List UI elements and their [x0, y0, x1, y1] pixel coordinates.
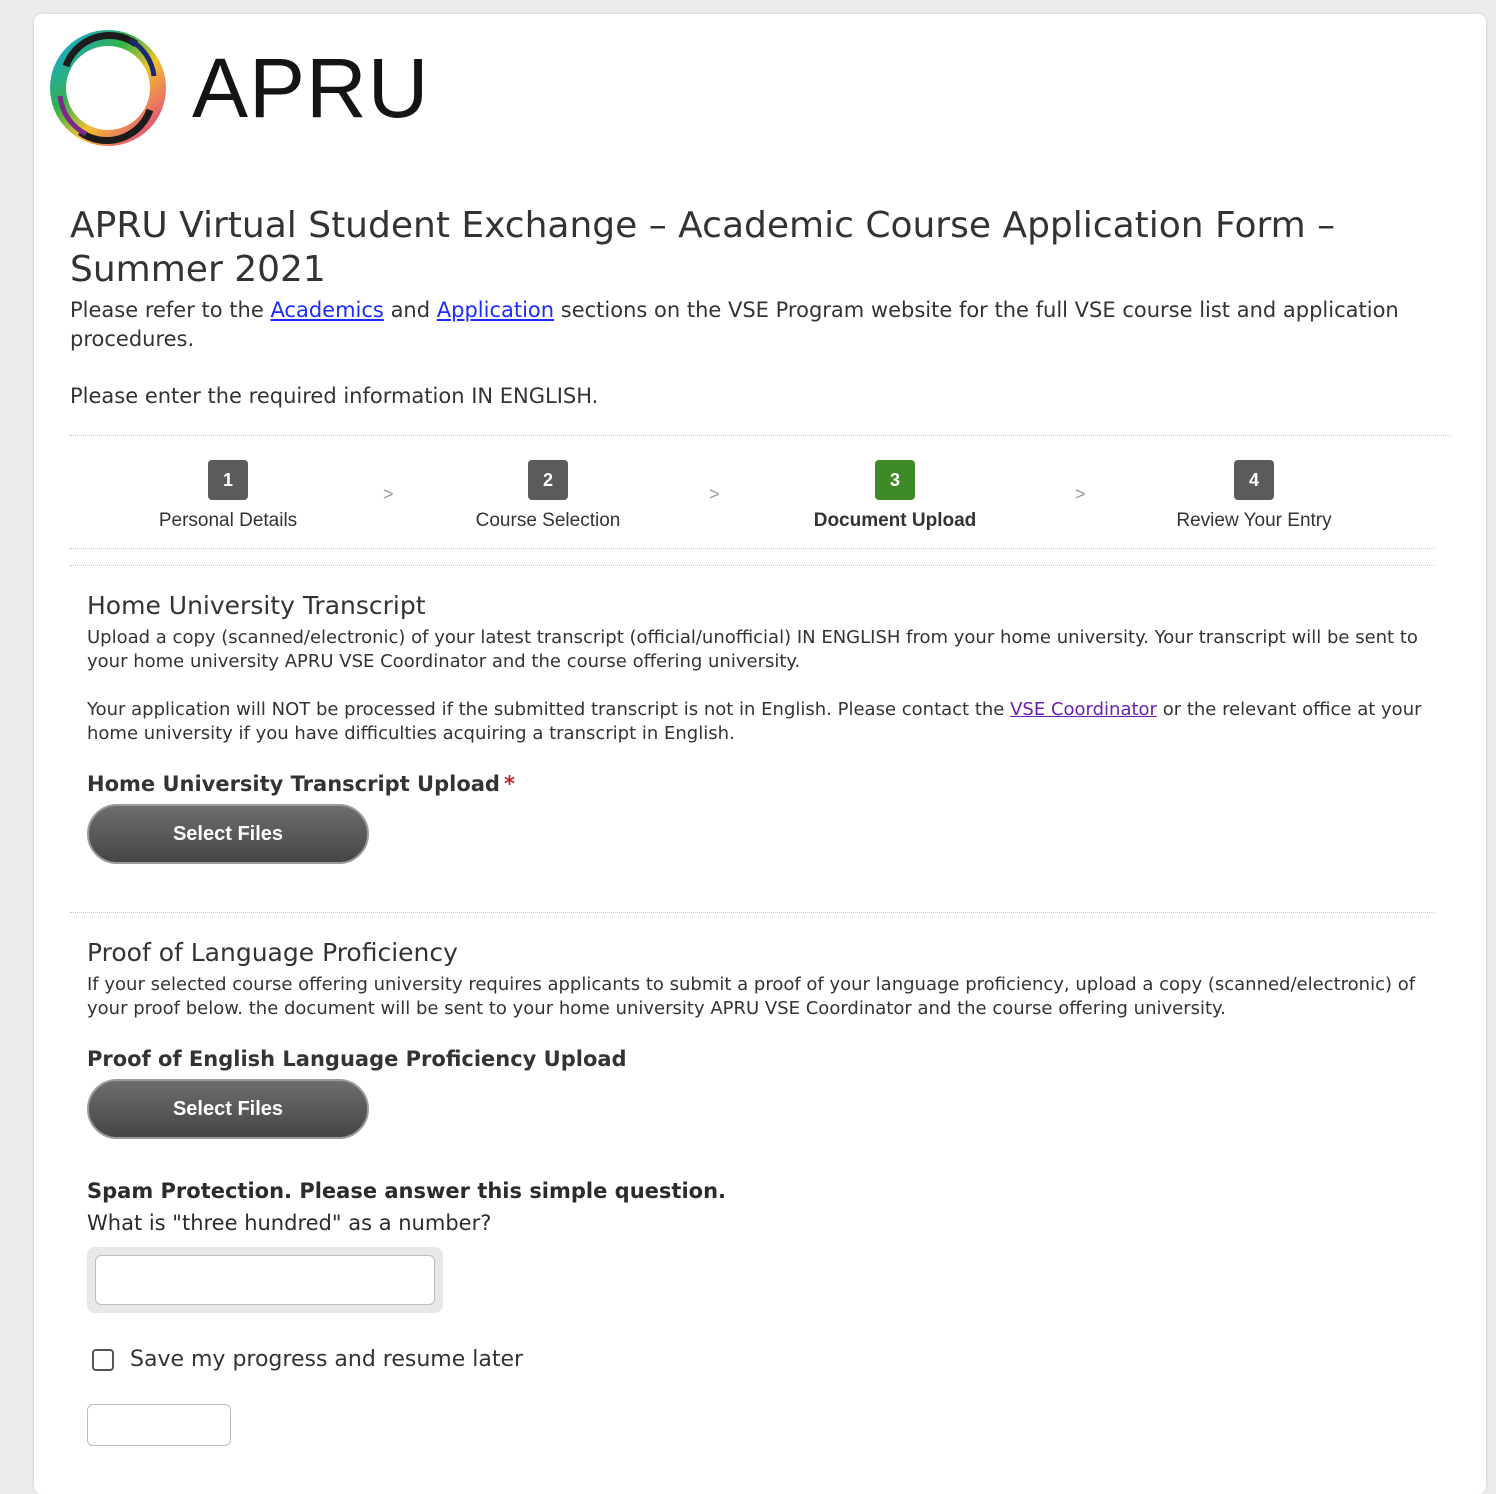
- step-number: 2: [528, 460, 568, 500]
- vse-coordinator-link[interactable]: VSE Coordinator: [1010, 699, 1157, 720]
- step-personal-details: 1 Personal Details: [130, 460, 326, 532]
- form-page: APRU APRU Virtual Student Exchange – Aca…: [34, 14, 1486, 1494]
- language-heading: Proof of Language Proficiency: [87, 938, 458, 967]
- language-description: If your selected course offering univers…: [87, 974, 1416, 1019]
- divider: [70, 548, 1434, 549]
- step-number: 1: [208, 460, 248, 500]
- divider: [70, 565, 1434, 566]
- step-number: 3: [875, 460, 915, 500]
- step-separator: >: [709, 484, 720, 504]
- step-number: 4: [1234, 460, 1274, 500]
- application-link[interactable]: Application: [437, 298, 554, 322]
- form-content: APRU Virtual Student Exchange – Academic…: [70, 204, 1450, 1446]
- step-label: Review Your Entry: [1176, 510, 1332, 531]
- step-separator: >: [383, 484, 394, 504]
- divider: [70, 912, 1434, 913]
- spam-question: What is "three hundred" as a number?: [87, 1211, 492, 1235]
- step-label: Course Selection: [475, 510, 621, 531]
- apru-ring-icon: [50, 30, 166, 146]
- academics-link[interactable]: Academics: [270, 298, 383, 322]
- transcript-warning: Your application will NOT be processed i…: [87, 698, 1450, 746]
- save-progress-label: Save my progress and resume later: [130, 1347, 524, 1372]
- spam-answer-input[interactable]: [95, 1255, 435, 1305]
- step-separator: >: [1075, 484, 1086, 504]
- save-progress-checkbox[interactable]: [92, 1348, 114, 1371]
- warning-text: Your application will NOT be processed i…: [87, 699, 1011, 720]
- language-select-files-button[interactable]: Select Files: [87, 1079, 369, 1139]
- intro-text: and: [383, 298, 437, 322]
- language-upload-label: Proof of English Language Proficiency Up…: [87, 1047, 627, 1071]
- transcript-heading: Home University Transcript: [87, 591, 426, 620]
- step-document-upload: 3 Document Upload: [797, 460, 993, 532]
- spam-protection-label: Spam Protection. Please answer this simp…: [87, 1179, 726, 1203]
- apru-logo: APRU: [46, 26, 429, 150]
- logo-wordmark: APRU: [192, 41, 430, 135]
- english-note: Please enter the required information IN…: [70, 384, 599, 408]
- required-marker: *: [503, 772, 515, 796]
- progress-steps: 1 Personal Details > 2 Course Selection …: [70, 436, 1450, 548]
- step-label: Document Upload: [813, 510, 977, 531]
- intro-text: Please refer to the: [70, 298, 271, 322]
- label-text: Home University Transcript Upload: [87, 772, 500, 796]
- next-button[interactable]: [87, 1404, 231, 1446]
- transcript-select-files-button[interactable]: Select Files: [87, 804, 369, 864]
- transcript-description: Upload a copy (scanned/electronic) of yo…: [87, 627, 1418, 672]
- spam-answer-wrapper: [87, 1247, 443, 1313]
- transcript-upload-label: Home University Transcript Upload *: [87, 772, 1450, 796]
- save-progress-row[interactable]: Save my progress and resume later: [87, 1347, 1450, 1372]
- form-intro: Please refer to the Academics and Applic…: [70, 296, 1450, 354]
- transcript-section: Home University Transcript Upload a copy…: [70, 590, 1450, 864]
- step-course-selection: 2 Course Selection: [450, 460, 646, 532]
- page-title: APRU Virtual Student Exchange – Academic…: [70, 205, 1336, 290]
- step-review-entry: 4 Review Your Entry: [1156, 460, 1352, 532]
- language-section: Proof of Language Proficiency If your se…: [70, 937, 1450, 1446]
- step-label: Personal Details: [158, 510, 298, 531]
